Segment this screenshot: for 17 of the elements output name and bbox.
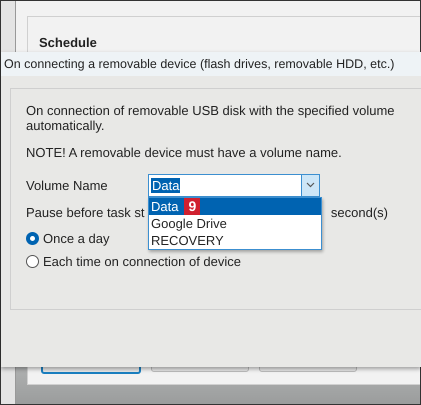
section-heading: Schedule <box>39 35 98 50</box>
dropdown-button[interactable] <box>301 174 319 196</box>
unit-label: second(s) <box>330 205 388 220</box>
description-text: On connection of removable USB disk with the specified volume automatically. <box>26 103 396 133</box>
radio-option[interactable]: Once a day <box>26 231 110 246</box>
dropdown-option[interactable]: Google Drive <box>149 214 321 232</box>
number-badge: 9 <box>184 198 200 214</box>
chevron-down-icon <box>306 182 315 188</box>
note-text: NOTE! A removable device must have a volume name. <box>26 145 343 160</box>
dropdown-option[interactable]: Data 9 <box>149 198 321 214</box>
dropdown-option[interactable]: RECOVERY <box>149 232 321 248</box>
radio-button[interactable] <box>26 232 39 245</box>
pause-label: Pause before task st <box>26 205 145 220</box>
radio-button[interactable] <box>26 255 39 268</box>
field-label: Volume Name <box>26 178 109 192</box>
radio-option[interactable]: Each time on connection of device <box>26 254 242 269</box>
dialog-title: On connecting a removable device (flash drives, removable HDD, etc.) <box>1 52 421 76</box>
